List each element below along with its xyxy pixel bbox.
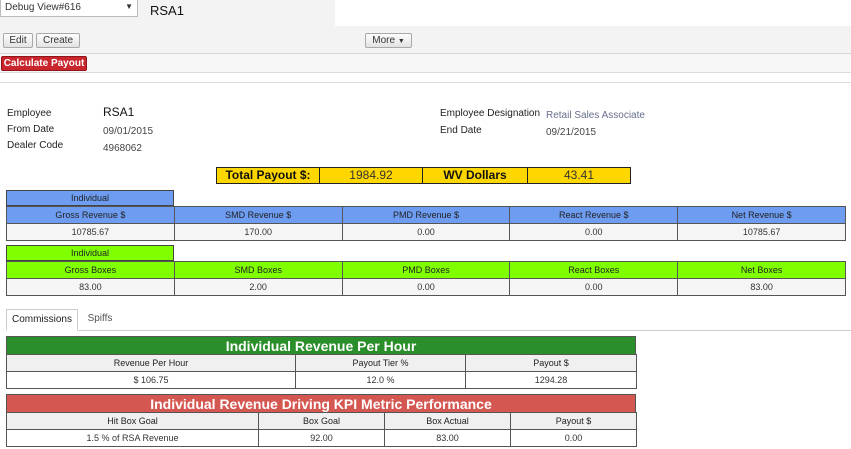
edit-button[interactable]: Edit	[3, 33, 33, 48]
table-cell: $ 106.75	[6, 371, 296, 389]
table-cell: 1.5 % of RSA Revenue	[6, 429, 259, 447]
table-header: SMD Revenue $	[173, 206, 343, 224]
table-header: Payout $	[465, 354, 637, 372]
dealer-code-value: 4968062	[103, 143, 142, 154]
wv-dollars-value: 43.41	[527, 167, 631, 184]
table-header: Box Goal	[258, 412, 385, 430]
tab-spiffs[interactable]: Spiffs	[80, 309, 120, 331]
tab-bar: Commissions Spiffs	[6, 309, 851, 331]
table-header: Net Revenue $	[677, 206, 846, 224]
divider	[0, 82, 851, 83]
table-header: Payout $	[510, 412, 637, 430]
table-cell: 83.00	[677, 278, 846, 296]
table-cell: 0.00	[509, 223, 679, 241]
table-header: Gross Revenue $	[6, 206, 175, 224]
table-cell: 83.00	[384, 429, 511, 447]
table-header: Payout Tier %	[295, 354, 466, 372]
from-date-value: 09/01/2015	[103, 126, 154, 137]
total-payout-value: 1984.92	[319, 167, 423, 184]
chevron-down-icon: ▼	[397, 38, 405, 45]
table-cell: 10785.67	[677, 223, 846, 241]
wv-dollars-label: WV Dollars	[422, 167, 528, 184]
employee-value: RSA1	[103, 105, 135, 119]
view-selector-value: Debug View#616	[5, 2, 81, 13]
chevron-down-icon: ▼	[125, 2, 133, 11]
revenue-per-hour-table: Revenue Per Hour Payout Tier % Payout $ …	[6, 354, 637, 389]
table-cell: 2.00	[173, 278, 343, 296]
table-header: PMD Revenue $	[341, 206, 511, 224]
from-date-label: From Date	[7, 124, 55, 135]
table-cell: 1294.28	[465, 371, 637, 389]
boxes-tag: Individual	[6, 245, 174, 261]
table-cell: 170.00	[173, 223, 343, 241]
boxes-table: Gross Boxes SMD Boxes PMD Boxes React Bo…	[6, 261, 846, 296]
table-cell: 0.00	[341, 223, 511, 241]
more-button[interactable]: More ▼	[365, 33, 412, 48]
employee-label: Employee	[7, 108, 52, 119]
table-header: PMD Boxes	[341, 261, 511, 279]
end-date-label: End Date	[440, 125, 482, 136]
table-header: Net Boxes	[677, 261, 846, 279]
designation-label: Employee Designation	[440, 108, 541, 119]
designation-value[interactable]: Retail Sales Associate	[546, 110, 645, 121]
table-cell: 92.00	[258, 429, 385, 447]
record-title: RSA1	[150, 3, 184, 18]
action-strip	[0, 54, 851, 73]
table-header: Gross Boxes	[6, 261, 175, 279]
revenue-per-hour-title: Individual Revenue Per Hour	[6, 336, 636, 355]
table-header: React Boxes	[509, 261, 679, 279]
table-cell: 83.00	[6, 278, 175, 296]
total-payout-label: Total Payout $:	[216, 167, 320, 184]
table-header: Box Actual	[384, 412, 511, 430]
table-cell: 0.00	[509, 278, 679, 296]
table-cell: 0.00	[341, 278, 511, 296]
table-cell: 12.0 %	[295, 371, 466, 389]
more-button-label: More	[372, 35, 396, 46]
table-header: Revenue Per Hour	[6, 354, 296, 372]
title-area	[335, 0, 851, 26]
tab-commissions[interactable]: Commissions	[6, 309, 78, 331]
view-selector[interactable]: Debug View#616 ▼	[0, 0, 138, 17]
table-cell: 10785.67	[6, 223, 175, 241]
calculate-payout-button[interactable]: Calculate Payout	[1, 56, 87, 71]
kpi-table: Hit Box Goal Box Goal Box Actual Payout …	[6, 412, 637, 447]
table-header: SMD Boxes	[173, 261, 343, 279]
table-header: Hit Box Goal	[6, 412, 259, 430]
kpi-title: Individual Revenue Driving KPI Metric Pe…	[6, 394, 636, 413]
revenue-table: Gross Revenue $ SMD Revenue $ PMD Revenu…	[6, 206, 846, 241]
dealer-code-label: Dealer Code	[7, 140, 64, 151]
create-button[interactable]: Create	[36, 33, 80, 48]
end-date-value: 09/21/2015	[546, 127, 597, 138]
table-cell: 0.00	[510, 429, 637, 447]
revenue-tag: Individual	[6, 190, 174, 206]
table-header: React Revenue $	[509, 206, 679, 224]
